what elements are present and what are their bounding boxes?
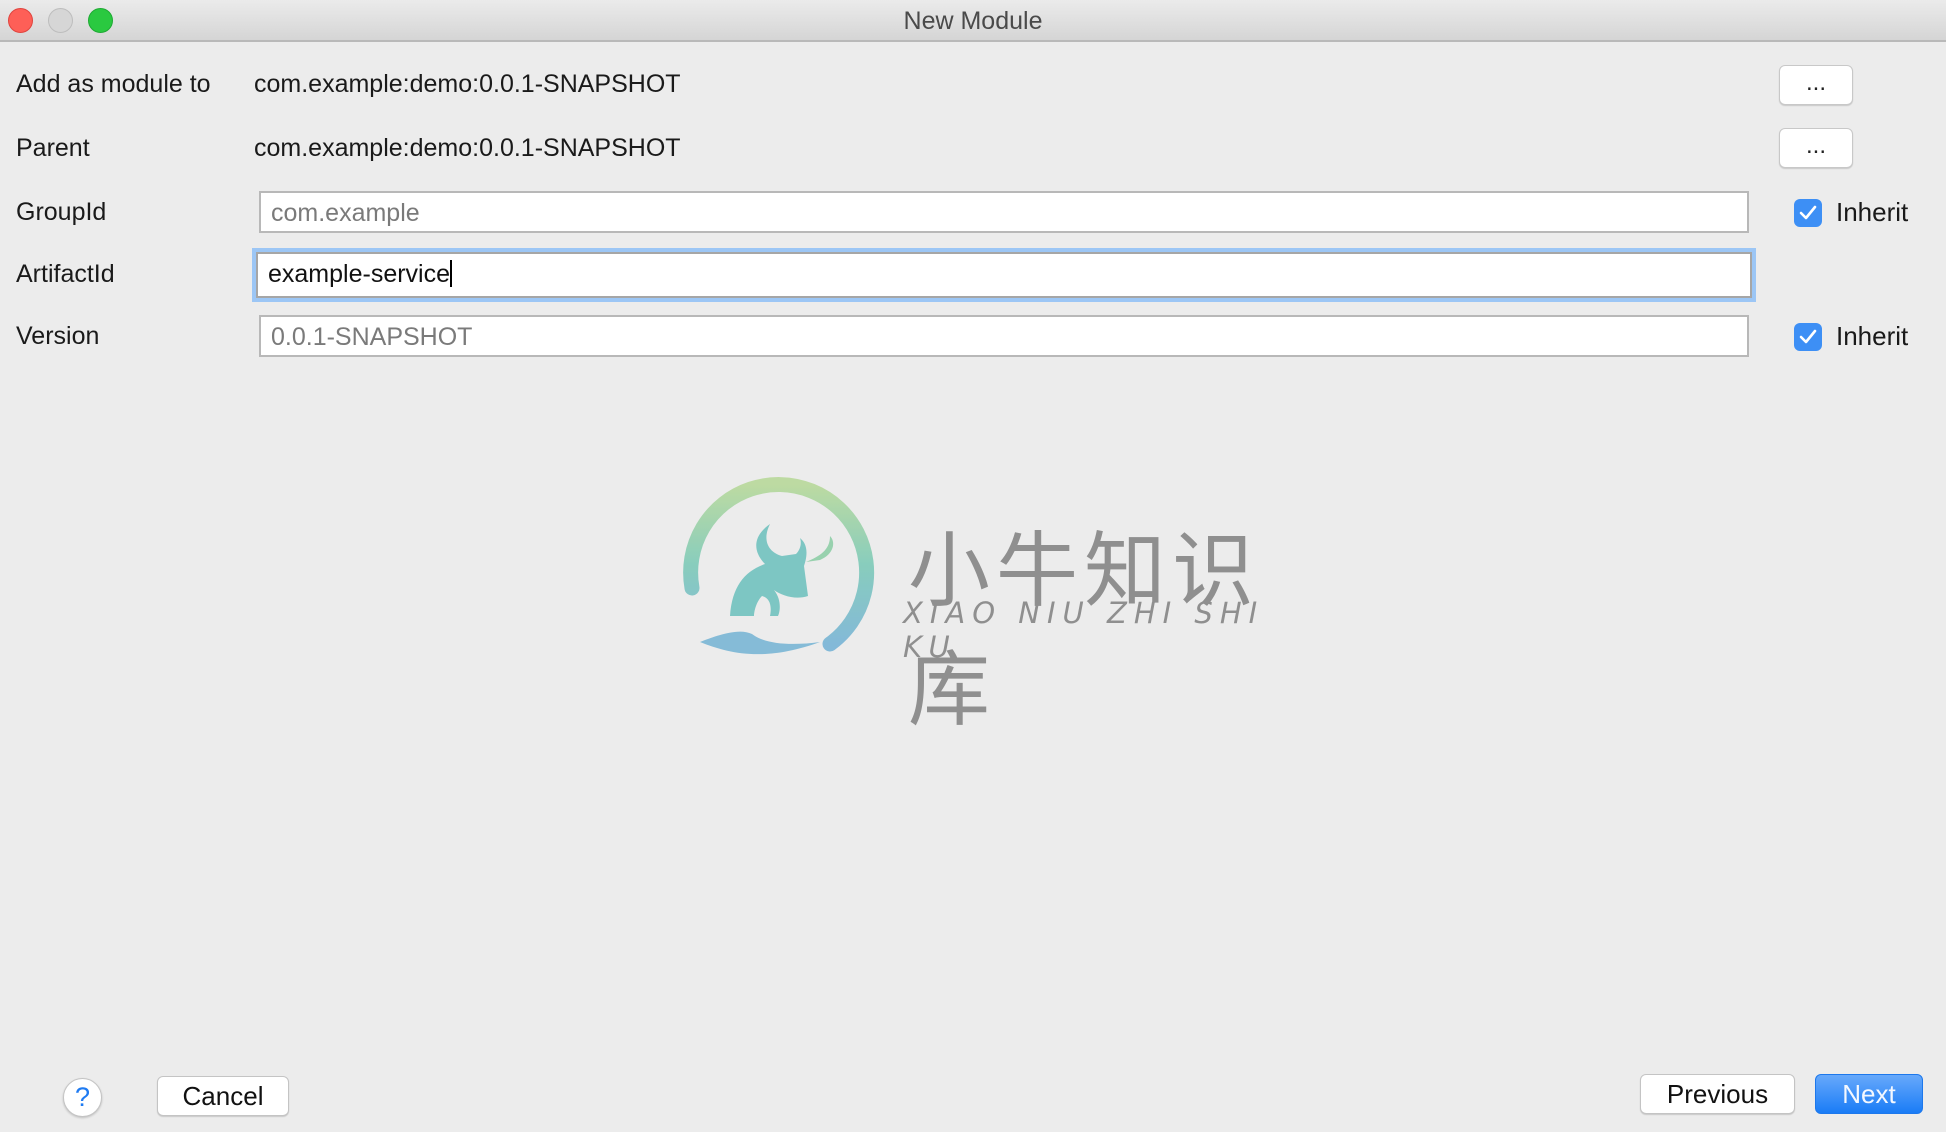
bull-logo-icon — [683, 477, 875, 655]
cancel-button[interactable]: Cancel — [157, 1076, 289, 1116]
help-button[interactable]: ? — [63, 1078, 102, 1117]
version-inherit-label[interactable]: Inherit — [1836, 321, 1908, 352]
group-id-inherit-checkbox[interactable] — [1794, 199, 1822, 227]
previous-button[interactable]: Previous — [1640, 1074, 1795, 1114]
title-bar: New Module — [0, 0, 1946, 42]
version-label: Version — [16, 322, 100, 350]
watermark-logo: 小牛知识库 XIAO NIU ZHI SHI KU — [670, 466, 1270, 738]
checkmark-icon — [1799, 205, 1817, 220]
parent-label: Parent — [16, 134, 90, 162]
window-title: New Module — [903, 7, 1043, 35]
next-button[interactable]: Next — [1815, 1074, 1923, 1114]
parent-browse-button[interactable]: ... — [1779, 128, 1853, 168]
version-inherit-checkbox[interactable] — [1794, 323, 1822, 351]
checkmark-icon — [1799, 329, 1817, 344]
artifact-id-field[interactable]: example-service — [256, 252, 1752, 298]
add-as-module-to-label: Add as module to — [16, 70, 211, 98]
add-as-module-to-value: com.example:demo:0.0.1-SNAPSHOT — [254, 70, 681, 98]
watermark-pinyin-text: XIAO NIU ZHI SHI KU — [903, 596, 1265, 664]
artifact-id-value: example-service — [268, 260, 451, 288]
parent-value: com.example:demo:0.0.1-SNAPSHOT — [254, 134, 681, 162]
version-field[interactable]: 0.0.1-SNAPSHOT — [259, 315, 1749, 357]
group-id-field[interactable]: com.example — [259, 191, 1749, 233]
artifact-id-label: ArtifactId — [16, 260, 115, 288]
add-as-module-to-browse-button[interactable]: ... — [1779, 65, 1853, 105]
text-caret — [450, 260, 453, 287]
new-module-dialog: New Module Add as module to com.example:… — [0, 0, 1946, 1132]
group-id-label: GroupId — [16, 198, 107, 226]
group-id-inherit-label[interactable]: Inherit — [1836, 197, 1908, 228]
